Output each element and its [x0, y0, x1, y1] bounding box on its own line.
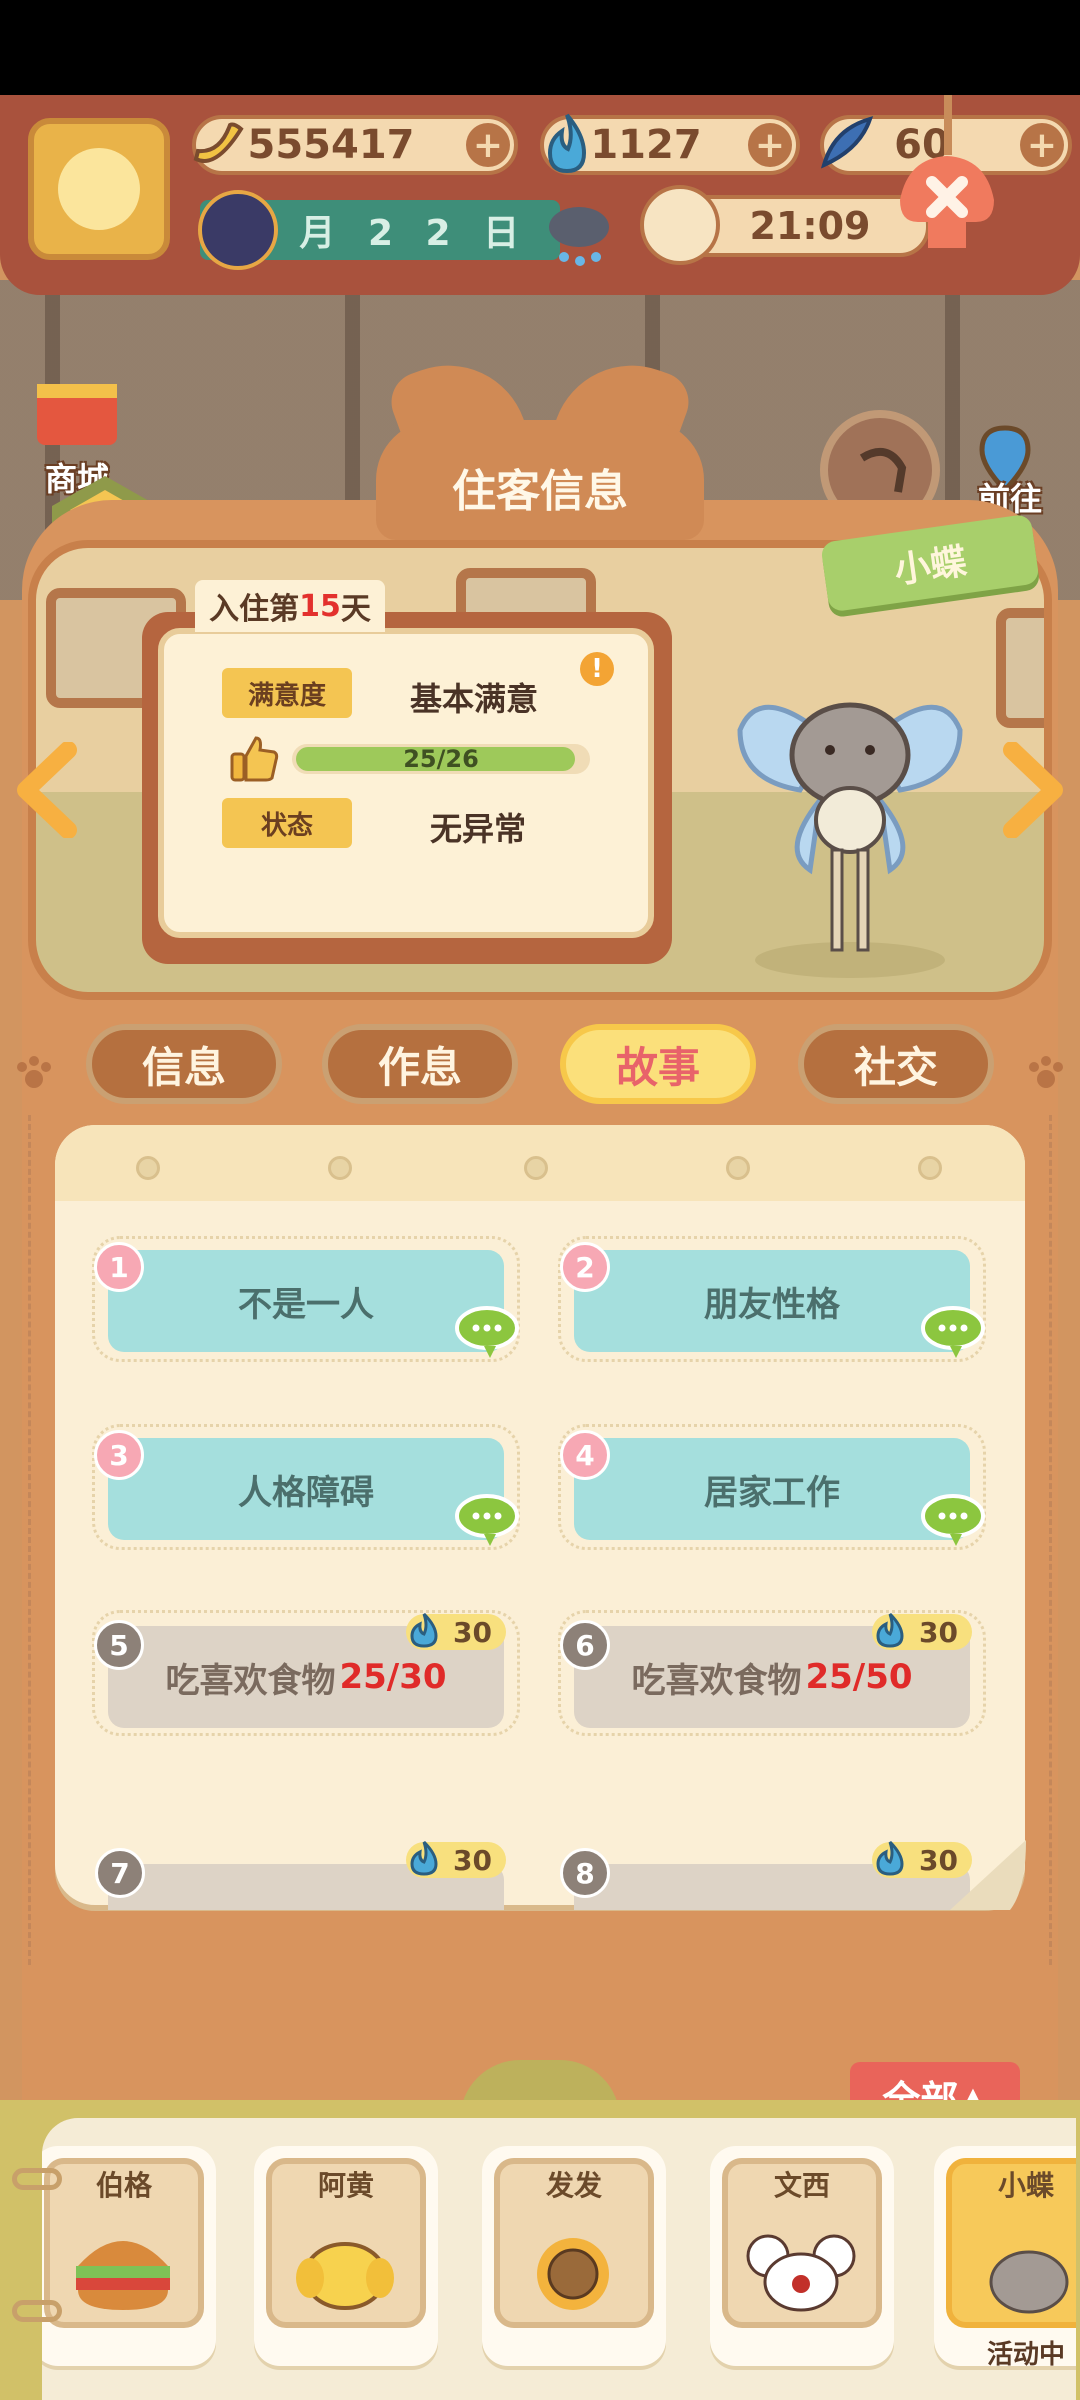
- butterfly-guest-icon: [989, 2250, 1069, 2314]
- story-number-badge: 6: [560, 1620, 610, 1670]
- chat-bubble-icon: [455, 1494, 519, 1546]
- fish-icon: [820, 116, 874, 169]
- chat-bubble-icon: [921, 1494, 985, 1546]
- story-label: 吃喜欢食物: [165, 1660, 336, 1701]
- rain-cloud-icon: [549, 207, 609, 266]
- days-value: 15: [299, 588, 341, 624]
- character-name: 文西: [773, 2169, 830, 2202]
- character-card[interactable]: 文西: [710, 2146, 894, 2366]
- banana-currency: 555417 +: [192, 115, 518, 175]
- shop-icon: [37, 384, 117, 445]
- character-card[interactable]: 阿黄: [254, 2146, 438, 2366]
- season-moon-icon: [198, 190, 278, 270]
- character-card[interactable]: 发发: [482, 2146, 666, 2366]
- chevron-left-icon: [17, 741, 77, 839]
- butterfly-guest-character: [737, 702, 963, 978]
- status-value: 无异常: [430, 810, 527, 848]
- story-progress: 25/30: [339, 1657, 447, 1697]
- burger-icon: [76, 2241, 170, 2310]
- days-prefix: 入住第: [209, 592, 300, 627]
- tab-story[interactable]: 故事: [560, 1024, 756, 1104]
- rooster-clock-icon: [640, 185, 720, 265]
- paw-icon: [17, 1056, 51, 1088]
- blue-flame-icon: [876, 1840, 904, 1876]
- story-progress: 25/50: [805, 1657, 913, 1697]
- chat-bubble-icon: [921, 1306, 985, 1358]
- mouse-icon: [746, 2234, 856, 2312]
- paw-icon: [1029, 1056, 1063, 1088]
- prev-guest-button[interactable]: [12, 741, 82, 842]
- story-number-badge: 7: [95, 1848, 145, 1898]
- page-curl: [950, 1840, 1026, 1910]
- chevron-right-icon: [1003, 741, 1063, 839]
- days-suffix: 天: [340, 592, 371, 627]
- story-list-clip: 7 30 8 30: [55, 1840, 1025, 1910]
- character-name: 发发: [545, 2169, 602, 2202]
- character-list: 伯格 阿黄 发发 文西 小蝶 活动中: [42, 2118, 1076, 2400]
- story-number-badge: 5: [94, 1620, 144, 1670]
- status-label: 状态: [222, 798, 352, 848]
- satisfaction-label: 满意度: [222, 668, 352, 718]
- story-item-1[interactable]: 不是一人: [108, 1250, 504, 1352]
- tab-routine[interactable]: 作息: [322, 1024, 518, 1104]
- satisfaction-value: 基本满意: [410, 680, 539, 718]
- close-hanger-string: [944, 95, 952, 155]
- character-status: 活动中: [986, 2340, 1065, 2366]
- story-item-3[interactable]: 人格障碍: [108, 1438, 504, 1540]
- alert-icon[interactable]: !: [580, 652, 614, 686]
- notebook-hole: [524, 1156, 548, 1180]
- satisfaction-progress-text: 25/26: [403, 745, 479, 773]
- add-fish-button[interactable]: +: [1020, 123, 1064, 167]
- blue-flame-icon: [410, 1840, 438, 1876]
- add-banana-button[interactable]: +: [466, 123, 510, 167]
- notebook-hole: [918, 1156, 942, 1180]
- yellow-dog-icon: [296, 2242, 394, 2310]
- fire-currency: 1127 +: [540, 113, 800, 175]
- notebook-hole: [726, 1156, 750, 1180]
- banana-icon: [193, 122, 244, 163]
- tab-info[interactable]: 信息: [86, 1024, 282, 1104]
- binder-ring: [12, 2300, 62, 2322]
- story-item-2[interactable]: 朋友性格: [574, 1250, 970, 1352]
- story-number-badge: 2: [560, 1242, 610, 1292]
- sunflower-icon: [537, 2238, 609, 2310]
- story-number-badge: 8: [560, 1848, 610, 1898]
- chat-bubble-icon: [455, 1306, 519, 1358]
- blue-flame-icon: [410, 1612, 438, 1648]
- binder-ring: [12, 2168, 62, 2190]
- blue-flame-icon: [547, 113, 587, 174]
- panel-title: 住客信息: [452, 466, 628, 517]
- add-fire-button[interactable]: +: [748, 123, 792, 167]
- story-label: 吃喜欢食物: [631, 1660, 802, 1701]
- system-status-bar: [0, 0, 1080, 95]
- player-avatar[interactable]: [28, 118, 170, 260]
- character-name: 阿黄: [317, 2169, 374, 2202]
- notebook-hole: [136, 1156, 160, 1180]
- character-card[interactable]: 伯格: [42, 2146, 216, 2366]
- character-card-selected[interactable]: 小蝶 活动中: [934, 2146, 1076, 2366]
- story-number-badge: 1: [94, 1242, 144, 1292]
- next-guest-button[interactable]: [998, 741, 1068, 842]
- blue-flame-icon: [876, 1612, 904, 1648]
- character-name: 小蝶: [997, 2169, 1054, 2202]
- character-name: 伯格: [95, 2169, 152, 2202]
- tab-social[interactable]: 社交: [798, 1024, 994, 1104]
- story-number-badge: 3: [94, 1430, 144, 1480]
- story-number-badge: 4: [560, 1430, 610, 1480]
- story-item-4[interactable]: 居家工作: [574, 1438, 970, 1540]
- shop-button[interactable]: 商城: [22, 370, 132, 498]
- stay-days-tag: 入住第 15 天: [195, 580, 385, 632]
- wall-frame: [996, 608, 1044, 728]
- thumbs-up-icon: [230, 736, 279, 782]
- notebook-hole: [328, 1156, 352, 1180]
- close-icon[interactable]: [896, 148, 998, 252]
